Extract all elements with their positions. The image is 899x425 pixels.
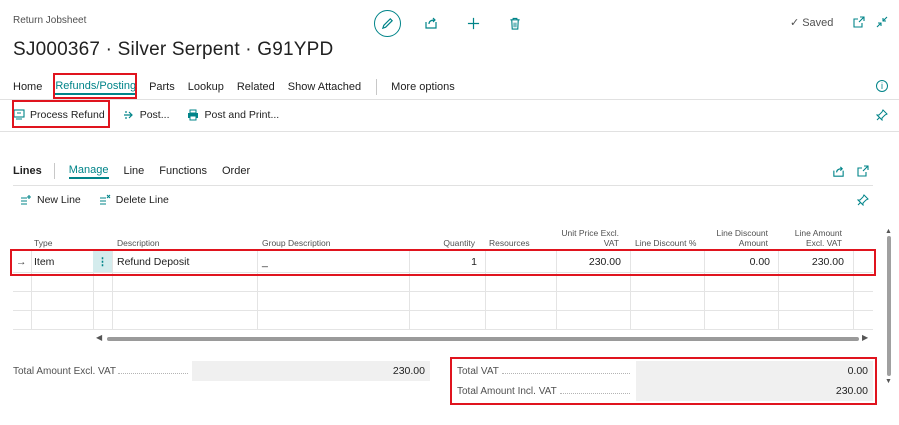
col-line-discount-amount-line1: Line Discount	[716, 228, 768, 238]
total-vat-value: 0.00	[636, 361, 873, 381]
lines-grid: Type Description Group Description Quant…	[13, 214, 873, 332]
expand-lines-icon[interactable]	[856, 164, 870, 178]
action-bar: Process Refund Post... Post and Print...	[13, 104, 297, 126]
page-title: SJ000367 · Silver Serpent · G91YPD	[13, 39, 334, 60]
horizontal-scrollbar[interactable]	[107, 337, 859, 341]
scroll-right-icon[interactable]: ▶	[862, 333, 868, 342]
total-excl-vat-value: 230.00	[192, 361, 430, 381]
scroll-up-icon[interactable]: ▲	[885, 228, 892, 235]
col-group-description[interactable]: Group Description	[262, 238, 331, 248]
process-refund-icon	[13, 109, 25, 120]
lines-tab-manage[interactable]: Manage	[68, 164, 109, 179]
cell-quantity[interactable]: 1	[411, 256, 477, 268]
collapse-icon[interactable]	[875, 15, 889, 29]
lines-tab-line[interactable]: Line	[124, 165, 145, 177]
divider	[0, 131, 899, 132]
divider	[118, 373, 188, 374]
col-unit-price[interactable]: Unit Price Excl. VAT	[549, 228, 619, 248]
lines-tab-functions[interactable]: Functions	[159, 165, 207, 177]
table-row[interactable]	[13, 273, 873, 292]
lines-tab-order[interactable]: Order	[222, 165, 250, 177]
post-and-print-button[interactable]: Post and Print...	[187, 109, 279, 121]
tab-parts[interactable]: Parts	[149, 81, 175, 93]
tab-show-attached[interactable]: Show Attached	[288, 81, 361, 93]
pin-icon[interactable]	[875, 108, 889, 122]
share-lines-icon[interactable]	[831, 164, 845, 178]
cell-type[interactable]: Item	[34, 256, 54, 268]
cell-line-discount-amount[interactable]: 0.00	[706, 256, 770, 268]
lines-actions: New Line Delete Line	[20, 192, 187, 208]
more-options[interactable]: More options	[391, 81, 455, 93]
col-line-amount[interactable]: Line Amount Excl. VAT	[778, 228, 842, 248]
col-line-discount-pct[interactable]: Line Discount %	[635, 238, 696, 248]
divider	[502, 373, 630, 374]
cell-unit-price[interactable]: 230.00	[558, 256, 621, 268]
col-resources[interactable]: Resources	[489, 238, 530, 248]
col-description[interactable]: Description	[117, 238, 160, 248]
col-unit-price-line2: VAT	[603, 238, 619, 248]
row-menu-icon[interactable]: ⋮	[93, 251, 112, 272]
row-selected-arrow-icon: →	[16, 256, 27, 268]
divider	[13, 185, 873, 186]
share-icon[interactable]	[423, 15, 439, 31]
scroll-left-icon[interactable]: ◀	[96, 333, 102, 342]
delete-line-button[interactable]: Delete Line	[99, 194, 169, 206]
post-label: Post...	[139, 109, 170, 121]
delete-line-label: Delete Line	[115, 194, 169, 206]
col-line-discount-amount-line2: Amount	[738, 238, 768, 248]
saved-label: Saved	[802, 16, 834, 29]
delete-icon[interactable]	[507, 15, 523, 31]
cell-line-amount[interactable]: 230.00	[780, 256, 844, 268]
vertical-scrollbar[interactable]	[887, 236, 891, 376]
total-incl-vat-value: 230.00	[636, 381, 873, 401]
lines-menu: Lines Manage Line Functions Order	[13, 162, 265, 180]
tab-related[interactable]: Related	[237, 81, 275, 93]
check-icon: ✓	[790, 17, 800, 29]
col-unit-price-line1: Unit Price Excl.	[561, 228, 619, 238]
process-refund-label: Process Refund	[30, 109, 105, 121]
table-row[interactable]	[13, 292, 873, 311]
divider	[376, 79, 378, 95]
new-line-label: New Line	[37, 194, 81, 206]
pin-lines-icon[interactable]	[856, 193, 870, 207]
process-refund-button[interactable]: Process Refund	[13, 109, 105, 121]
scroll-down-icon[interactable]: ▼	[885, 378, 892, 385]
col-line-amount-line2: Excl. VAT	[805, 238, 842, 248]
divider	[53, 163, 55, 179]
edit-button[interactable]	[374, 9, 401, 37]
new-line-icon	[21, 195, 31, 205]
new-line-button[interactable]: New Line	[20, 194, 81, 206]
new-record-icon[interactable]	[465, 15, 481, 31]
action-menu: Home Refunds/Posting Parts Lookup Relate…	[13, 78, 468, 96]
tab-refunds-posting[interactable]: Refunds/Posting	[55, 80, 137, 95]
post-and-print-label: Post and Print...	[204, 109, 280, 121]
post-icon	[123, 111, 133, 119]
pencil-icon	[381, 17, 393, 29]
info-icon[interactable]: i	[876, 80, 888, 92]
printer-icon	[188, 109, 199, 121]
delete-line-icon	[99, 194, 111, 205]
cell-description[interactable]: Refund Deposit	[117, 256, 189, 268]
page-toolbar	[374, 9, 523, 37]
col-quantity[interactable]: Quantity	[411, 238, 475, 248]
lines-title: Lines	[13, 165, 42, 177]
saved-status: ✓ Saved	[790, 16, 834, 30]
table-row[interactable]: → Item ⋮ Refund Deposit _ 1 230.00 0.00 …	[13, 251, 873, 273]
col-line-discount-amount[interactable]: Line Discount Amount	[703, 228, 768, 248]
tab-lookup[interactable]: Lookup	[188, 81, 224, 93]
open-new-window-icon[interactable]	[852, 15, 866, 29]
cell-group-description[interactable]: _	[262, 256, 268, 268]
post-button[interactable]: Post...	[123, 109, 170, 121]
total-incl-vat-label: Total Amount Incl. VAT	[457, 386, 557, 397]
divider	[0, 99, 899, 100]
table-row[interactable]	[13, 311, 873, 330]
tab-home[interactable]: Home	[13, 81, 42, 93]
breadcrumb[interactable]: Return Jobsheet	[13, 15, 86, 26]
divider	[560, 393, 630, 394]
total-vat-label: Total VAT	[457, 366, 499, 377]
col-line-amount-line1: Line Amount	[794, 228, 842, 238]
total-excl-vat-label: Total Amount Excl. VAT	[13, 366, 117, 377]
col-type[interactable]: Type	[34, 238, 52, 248]
